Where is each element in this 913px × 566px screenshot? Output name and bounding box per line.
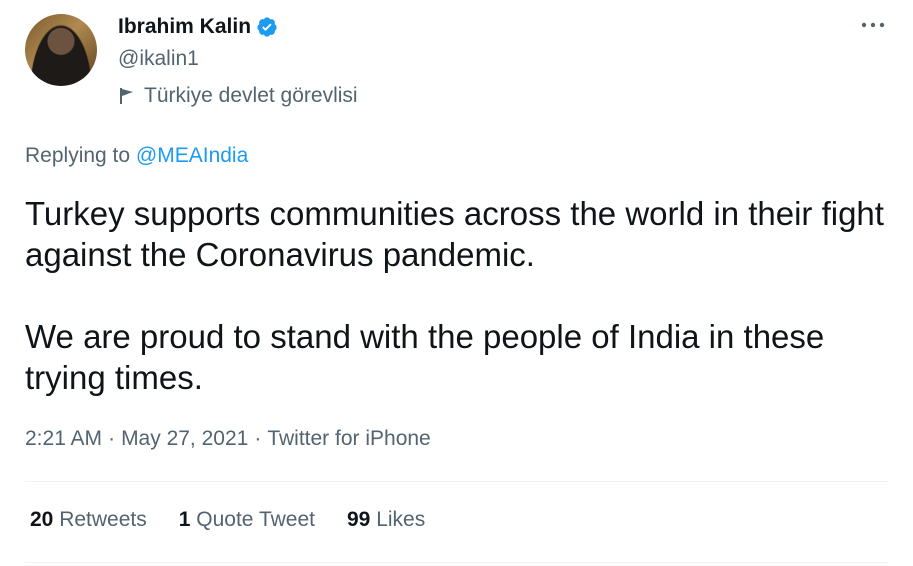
more-options-button[interactable] [858, 14, 888, 36]
mention-link[interactable]: @MEAIndia [136, 144, 248, 167]
replying-to-prefix: Replying to [25, 144, 136, 167]
tweet-paragraph-2: We are proud to stand with the people of… [25, 318, 825, 396]
more-options-icon [861, 22, 885, 28]
account-label-text: Türkiye devlet görevlisi [144, 84, 358, 107]
tweet-paragraph-1: Turkey supports communities across the w… [25, 195, 884, 273]
quotes-label: Quote Tweet [196, 508, 315, 531]
replying-to: Replying to @MEAIndia [25, 144, 248, 168]
divider [25, 562, 888, 563]
likes-count: 99 [346, 508, 371, 531]
quotes-count: 1 [178, 508, 191, 531]
likes-stat[interactable]: 99 Likes [347, 508, 425, 532]
tweet-source[interactable]: Twitter for iPhone [267, 427, 430, 451]
quote-tweets-stat[interactable]: 1 Quote Tweet [179, 508, 315, 532]
avatar[interactable] [25, 14, 97, 86]
author-name-row: Ibrahim Kalin [118, 15, 278, 39]
divider [25, 481, 888, 482]
retweets-stat[interactable]: 20 Retweets [30, 508, 147, 532]
likes-label: Likes [376, 508, 426, 531]
verified-badge-icon [257, 17, 277, 37]
tweet-text: Turkey supports communities across the w… [25, 193, 895, 398]
tweet-stats: 20 Retweets 1 Quote Tweet 99 Likes [30, 508, 457, 532]
author-name[interactable]: Ibrahim Kalin [118, 15, 251, 39]
flag-icon [120, 88, 133, 104]
tweet-meta: 2:21 AM · May 27, 2021 · Twitter for iPh… [25, 427, 431, 451]
tweet-date[interactable]: May 27, 2021 [121, 427, 248, 451]
meta-separator: · [108, 427, 116, 450]
tweet-time[interactable]: 2:21 AM [25, 427, 102, 451]
author-handle[interactable]: @ikalin1 [118, 47, 199, 71]
meta-separator: · [254, 427, 262, 450]
retweets-count: 20 [30, 508, 54, 531]
retweets-label: Retweets [59, 508, 147, 531]
account-label: Türkiye devlet görevlisi [118, 84, 358, 108]
